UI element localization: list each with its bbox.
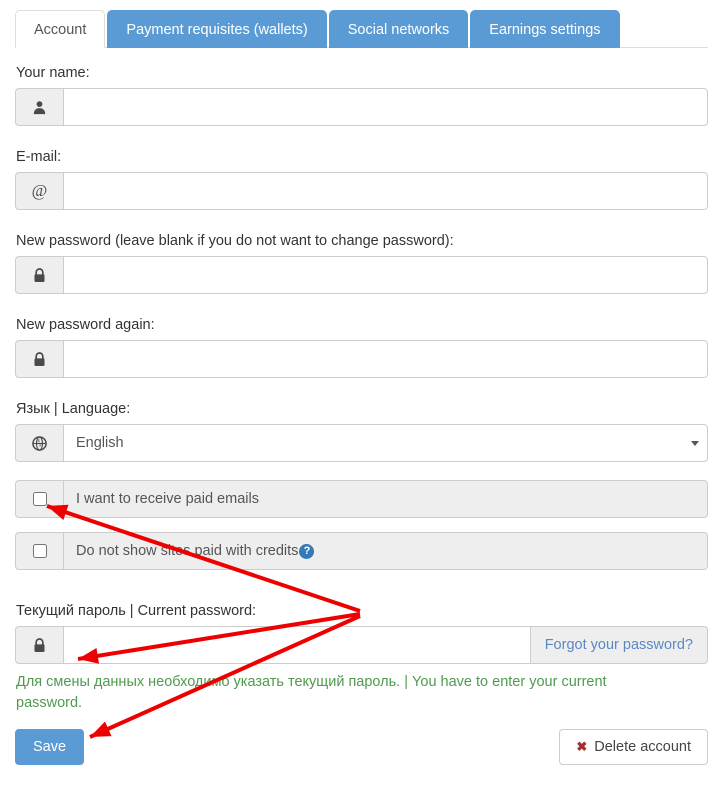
- your-name-label: Your name:: [16, 65, 90, 81]
- delete-account-button[interactable]: ✖ Delete account: [559, 729, 708, 765]
- current-password-label: Текущий пароль | Current password:: [16, 603, 257, 619]
- tab-bar: Account Payment requisites (wallets) Soc…: [0, 0, 723, 48]
- paid-emails-label: I want to receive paid emails: [76, 491, 259, 507]
- user-icon: [15, 88, 63, 126]
- tab-account[interactable]: Account: [15, 10, 106, 48]
- language-group: English: [15, 424, 708, 462]
- forgot-password-link[interactable]: Forgot your password?: [530, 626, 708, 664]
- paid-emails-checkbox-addon: [15, 480, 63, 518]
- hide-credit-sites-row[interactable]: Do not show sites paid with credits?: [15, 532, 708, 570]
- tab-social-networks[interactable]: Social networks: [328, 10, 469, 48]
- tab-list: Account Payment requisites (wallets) Soc…: [15, 10, 723, 48]
- tab-social-networks-label: Social networks: [347, 22, 450, 38]
- lock-icon: [15, 626, 63, 664]
- language-label: Язык | Language:: [16, 401, 131, 417]
- email-label: E-mail:: [16, 149, 62, 165]
- new-password-group: [15, 256, 708, 294]
- save-button[interactable]: Save: [15, 729, 85, 765]
- form-actions: Save ✖ Delete account: [15, 729, 708, 765]
- tab-payment-requisites-label: Payment requisites (wallets): [126, 22, 308, 38]
- lock-icon: [15, 256, 63, 294]
- at-icon: @: [15, 172, 63, 210]
- tab-payment-requisites[interactable]: Payment requisites (wallets): [107, 10, 327, 48]
- email-input[interactable]: [63, 172, 708, 210]
- current-password-input[interactable]: [63, 626, 531, 664]
- new-password-again-label: New password again:: [16, 317, 155, 333]
- tab-account-label: Account: [34, 22, 87, 38]
- chevron-down-icon: [691, 441, 699, 446]
- help-icon[interactable]: ?: [299, 543, 315, 559]
- new-password-again-input[interactable]: [63, 340, 708, 378]
- new-password-input[interactable]: [63, 256, 708, 294]
- paid-emails-row[interactable]: I want to receive paid emails: [15, 480, 708, 518]
- account-settings-form: Your name: E-mail: @ New password (leave…: [0, 48, 723, 765]
- new-password-again-group: [15, 340, 708, 378]
- hide-credit-sites-body[interactable]: Do not show sites paid with credits?: [63, 532, 708, 570]
- lock-icon: [15, 340, 63, 378]
- globe-icon: [15, 424, 63, 462]
- your-name-input[interactable]: [63, 88, 708, 126]
- new-password-label: New password (leave blank if you do not …: [16, 233, 454, 249]
- email-group: @: [15, 172, 708, 210]
- hide-credit-sites-checkbox-addon: [15, 532, 63, 570]
- your-name-group: [15, 88, 708, 126]
- current-password-group: Forgot your password?: [15, 626, 708, 664]
- paid-emails-checkbox[interactable]: [32, 492, 47, 506]
- language-selected-value: English: [76, 435, 124, 451]
- paid-emails-body[interactable]: I want to receive paid emails: [63, 480, 708, 518]
- hide-credit-sites-label: Do not show sites paid with credits: [76, 543, 299, 559]
- tab-earnings-settings-label: Earnings settings: [489, 22, 601, 38]
- hide-credit-sites-checkbox[interactable]: [32, 544, 47, 558]
- at-glyph: @: [31, 181, 48, 200]
- current-password-help-text: Для смены данных необходимо указать теку…: [16, 674, 607, 711]
- language-select[interactable]: English: [63, 424, 708, 462]
- language-select-wrap: English: [63, 424, 708, 462]
- tab-earnings-settings[interactable]: Earnings settings: [470, 10, 620, 48]
- x-icon: ✖: [576, 739, 588, 754]
- delete-account-label: Delete account: [594, 739, 691, 755]
